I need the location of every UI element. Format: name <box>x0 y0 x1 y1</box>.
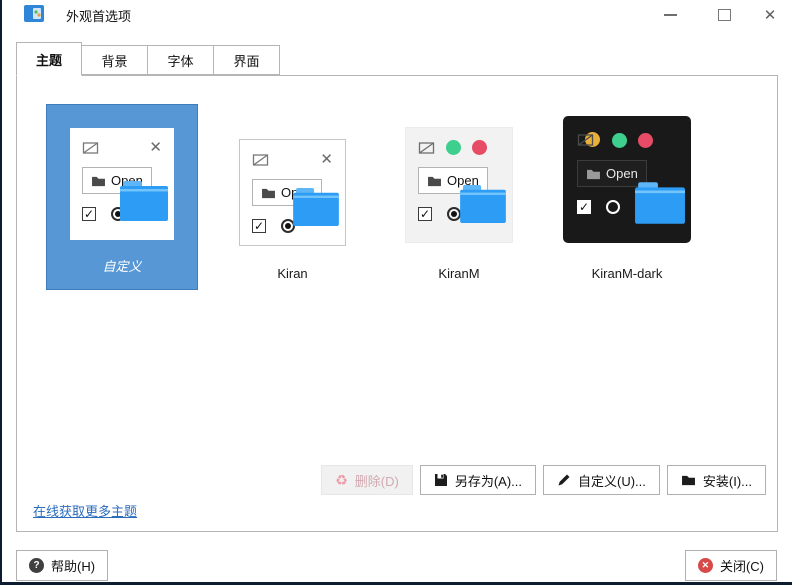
checkbox-icon: ✓ <box>252 219 266 233</box>
recycle-icon: ♻ <box>335 473 348 487</box>
close-button[interactable]: ✕ <box>756 4 784 26</box>
tab-background[interactable]: 背景 <box>82 45 148 75</box>
tab-interface[interactable]: 界面 <box>214 45 280 75</box>
folder-glyph-icon <box>261 187 276 199</box>
theme-name: KiranM <box>438 266 479 281</box>
theme-actions: ♻ 删除(D) 另存为(A)... 自定义(U)... <box>321 465 766 495</box>
green-dot-icon <box>446 140 461 155</box>
red-dot-icon <box>472 140 487 155</box>
theme-preview-kiranm: Open ✓ <box>405 127 513 243</box>
preview-open-label: Open <box>606 166 638 181</box>
save-icon <box>434 473 448 487</box>
image-placeholder-amber-icon <box>577 132 601 148</box>
checkbox-icon: ✓ <box>82 207 96 221</box>
theme-item-kiran[interactable]: ✕ Open ✓ Kiran <box>239 139 346 281</box>
help-icon: ? <box>29 558 44 573</box>
get-more-themes-link[interactable]: 在线获取更多主题 <box>33 501 137 520</box>
close-icon: ✕ <box>764 8 777 23</box>
close-dialog-label: 关闭(C) <box>720 556 764 575</box>
radio-icon <box>606 200 620 214</box>
app-icon <box>24 5 44 22</box>
theme-name: KiranM-dark <box>592 266 663 281</box>
help-button[interactable]: ? 帮助(H) <box>16 550 108 581</box>
preview-close-icon: ✕ <box>320 152 333 167</box>
window-title: 外观首选项 <box>66 6 131 25</box>
titlebar: 外观首选项 ✕ <box>2 0 792 30</box>
folder-glyph-icon <box>586 168 601 180</box>
delete-theme-button[interactable]: ♻ 删除(D) <box>321 465 413 495</box>
folder-icon <box>119 180 169 222</box>
theme-panel: ✕ Open ✓ 自定义 <box>16 75 778 532</box>
theme-name: 自定义 <box>102 256 141 275</box>
theme-item-kiranm-dark[interactable]: Open ✓ KiranM-dark <box>563 116 691 281</box>
theme-item-custom[interactable]: ✕ Open ✓ 自定义 <box>46 104 198 290</box>
appearance-preferences-window: 外观首选项 ✕ 主题 背景 字体 界面 ✕ <box>0 0 792 585</box>
theme-preview-kiran: ✕ Open ✓ <box>239 139 346 246</box>
minimize-icon <box>664 14 677 16</box>
install-label: 安装(I)... <box>703 471 752 490</box>
delete-theme-label: 删除(D) <box>355 471 399 490</box>
theme-preview-custom: ✕ Open ✓ <box>70 128 174 240</box>
tab-fonts[interactable]: 字体 <box>148 45 214 75</box>
maximize-button[interactable] <box>710 4 738 26</box>
close-dialog-icon: ✕ <box>698 558 713 573</box>
maximize-icon <box>718 9 731 21</box>
preview-close-icon: ✕ <box>149 140 162 155</box>
help-label: 帮助(H) <box>51 556 95 575</box>
folder-icon <box>681 474 696 486</box>
customize-label: 自定义(U)... <box>578 471 646 490</box>
install-theme-button[interactable]: 安装(I)... <box>667 465 766 495</box>
image-placeholder-icon <box>82 141 99 155</box>
red-dot-icon <box>638 133 653 148</box>
folder-icon <box>292 187 340 227</box>
tab-bar: 主题 背景 字体 界面 <box>16 42 280 75</box>
theme-preview-kiranm-dark: Open ✓ <box>563 116 691 243</box>
save-as-button[interactable]: 另存为(A)... <box>420 465 536 495</box>
close-dialog-button[interactable]: ✕ 关闭(C) <box>685 550 777 581</box>
pencil-icon <box>557 473 571 487</box>
tab-theme[interactable]: 主题 <box>16 42 82 76</box>
theme-item-kiranm[interactable]: Open ✓ KiranM <box>405 127 513 281</box>
image-placeholder-icon <box>577 133 594 147</box>
folder-icon <box>634 181 686 225</box>
minimize-button[interactable] <box>656 4 684 26</box>
checkbox-icon: ✓ <box>577 200 591 214</box>
image-placeholder-icon <box>418 141 435 155</box>
green-dot-icon <box>612 133 627 148</box>
folder-glyph-icon <box>91 175 106 187</box>
theme-name: Kiran <box>277 266 307 281</box>
checkbox-icon: ✓ <box>418 207 432 221</box>
image-placeholder-icon <box>252 153 269 167</box>
folder-icon <box>459 184 507 224</box>
save-as-label: 另存为(A)... <box>455 471 522 490</box>
customize-theme-button[interactable]: 自定义(U)... <box>543 465 660 495</box>
folder-glyph-icon <box>427 175 442 187</box>
